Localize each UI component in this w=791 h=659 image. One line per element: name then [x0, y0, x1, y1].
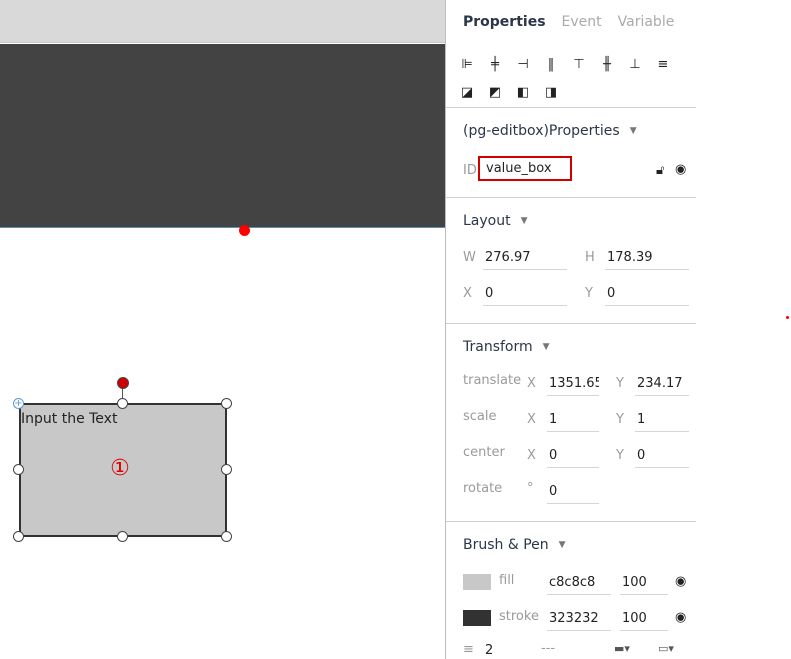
scale-x-label: X — [527, 412, 536, 427]
translate-x-field[interactable]: 1351.65 — [547, 372, 599, 396]
editbox-component[interactable]: Input the Text ① — [19, 403, 227, 537]
y-label: Y — [585, 286, 593, 301]
scale-y-label: Y — [616, 412, 624, 427]
scale-label: scale — [463, 409, 497, 424]
tab-event[interactable]: Event — [562, 14, 602, 30]
fill-opacity-field[interactable]: 100 — [620, 571, 668, 595]
canvas-top-bar — [0, 0, 445, 43]
line-width-icon: ≡ — [463, 642, 474, 657]
resize-handle-top-right[interactable] — [221, 398, 232, 409]
fill-label: fill — [499, 573, 515, 588]
h-label: H — [585, 250, 595, 265]
align-toolbar: ⊫ ╪ ⊣ ‖ ⊤ ╫ ⊥ ≡ ◪ ◩ ◧ ◨ — [446, 44, 696, 108]
align-bottom-icon[interactable]: ⊥ — [626, 55, 644, 73]
origin-handle[interactable]: + — [13, 398, 24, 409]
chevron-down-icon[interactable]: ▼ — [559, 540, 566, 550]
lock-icon[interactable]: 🔓︎ — [656, 163, 664, 178]
resize-handle-left[interactable] — [13, 464, 24, 475]
width-field[interactable]: 276.97 — [483, 246, 567, 270]
center-x-label: X — [527, 448, 536, 463]
rotate-unit: ° — [527, 481, 534, 496]
component-section: (pg-editbox)Properties ▼ ID 🔓︎ ◉ — [446, 108, 696, 198]
properties-panel: Properties Event Variable ⊫ ╪ ⊣ ‖ ⊤ ╫ ⊥ … — [445, 0, 696, 659]
fill-color-field[interactable]: c8c8c8 — [547, 571, 611, 595]
brush-section: Brush & Pen ▼ fill c8c8c8 100 ◉ stroke 3… — [446, 522, 696, 659]
line-width-value[interactable]: 2 — [485, 643, 493, 658]
transform-section: Transform ▼ translate X 1351.65 Y 234.17… — [446, 324, 696, 522]
align-right-icon[interactable]: ⊣ — [514, 55, 532, 73]
layout-header[interactable]: Layout — [463, 213, 511, 229]
chevron-down-icon[interactable]: ▼ — [543, 342, 550, 352]
editbox-marker: ① — [110, 456, 130, 481]
line-cap-dropdown-icon[interactable]: ▬▾ — [614, 642, 630, 655]
align-center-h-icon[interactable]: ╪ — [486, 55, 504, 73]
resize-handle-top[interactable] — [117, 398, 128, 409]
tab-variable[interactable]: Variable — [618, 14, 675, 30]
stroke-label: stroke — [499, 609, 539, 624]
distribute-h-icon[interactable]: ‖ — [542, 55, 560, 73]
resize-handle-bottom-right[interactable] — [221, 531, 232, 542]
eye-icon[interactable]: ◉ — [675, 574, 686, 589]
editbox-placeholder: Input the Text — [21, 411, 118, 427]
translate-x-label: X — [527, 376, 536, 391]
stroke-swatch[interactable] — [463, 610, 491, 626]
stray-dot — [786, 316, 789, 319]
chevron-down-icon[interactable]: ▼ — [630, 126, 637, 136]
scale-y-field[interactable]: 1 — [635, 408, 689, 432]
center-x-field[interactable]: 0 — [547, 444, 599, 468]
component-header[interactable]: (pg-editbox)Properties — [463, 123, 620, 139]
scale-x-field[interactable]: 1 — [547, 408, 599, 432]
translate-y-label: Y — [616, 376, 624, 391]
canvas-dark-area[interactable] — [0, 44, 445, 228]
layout-section: Layout ▼ W 276.97 H 178.39 X 0 Y 0 — [446, 198, 696, 324]
id-input-value: value_box — [486, 161, 552, 176]
anchor-dot — [239, 225, 250, 236]
brush-header[interactable]: Brush & Pen — [463, 537, 549, 553]
w-label: W — [463, 250, 476, 265]
eye-icon[interactable]: ◉ — [675, 162, 686, 177]
height-field[interactable]: 178.39 — [605, 246, 689, 270]
send-back-icon[interactable]: ◨ — [542, 83, 560, 101]
center-y-label: Y — [616, 448, 624, 463]
resize-handle-bottom-left[interactable] — [13, 531, 24, 542]
center-label: center — [463, 445, 505, 460]
translate-label: translate — [463, 373, 522, 388]
bring-front-icon[interactable]: ◪ — [458, 83, 476, 101]
y-field[interactable]: 0 — [605, 282, 689, 306]
rotation-handle[interactable] — [117, 377, 129, 389]
id-input[interactable]: value_box — [478, 156, 572, 181]
line-join-dropdown-icon[interactable]: ▭▾ — [658, 642, 674, 655]
transform-header[interactable]: Transform — [463, 339, 533, 355]
tab-properties[interactable]: Properties — [463, 14, 546, 30]
align-middle-v-icon[interactable]: ╫ — [598, 55, 616, 73]
x-label: X — [463, 286, 472, 301]
distribute-v-icon[interactable]: ≡ — [654, 55, 672, 73]
translate-y-field[interactable]: 234.17 — [635, 372, 689, 396]
resize-handle-right[interactable] — [221, 464, 232, 475]
send-backward-icon[interactable]: ◧ — [514, 83, 532, 101]
stroke-color-field[interactable]: 323232 — [547, 607, 611, 631]
align-top-icon[interactable]: ⊤ — [570, 55, 588, 73]
id-label: ID — [463, 163, 477, 178]
chevron-down-icon[interactable]: ▼ — [521, 216, 528, 226]
rotate-label: rotate — [463, 481, 503, 496]
fill-swatch[interactable] — [463, 574, 491, 590]
dash-style-value[interactable]: --- — [541, 641, 555, 656]
resize-handle-bottom[interactable] — [117, 531, 128, 542]
bring-forward-icon[interactable]: ◩ — [486, 83, 504, 101]
panel-tabs: Properties Event Variable — [446, 0, 696, 44]
rotate-field[interactable]: 0 — [547, 480, 599, 504]
stroke-opacity-field[interactable]: 100 — [620, 607, 668, 631]
align-left-icon[interactable]: ⊫ — [458, 55, 476, 73]
center-y-field[interactable]: 0 — [635, 444, 689, 468]
x-field[interactable]: 0 — [483, 282, 567, 306]
eye-icon[interactable]: ◉ — [675, 610, 686, 625]
